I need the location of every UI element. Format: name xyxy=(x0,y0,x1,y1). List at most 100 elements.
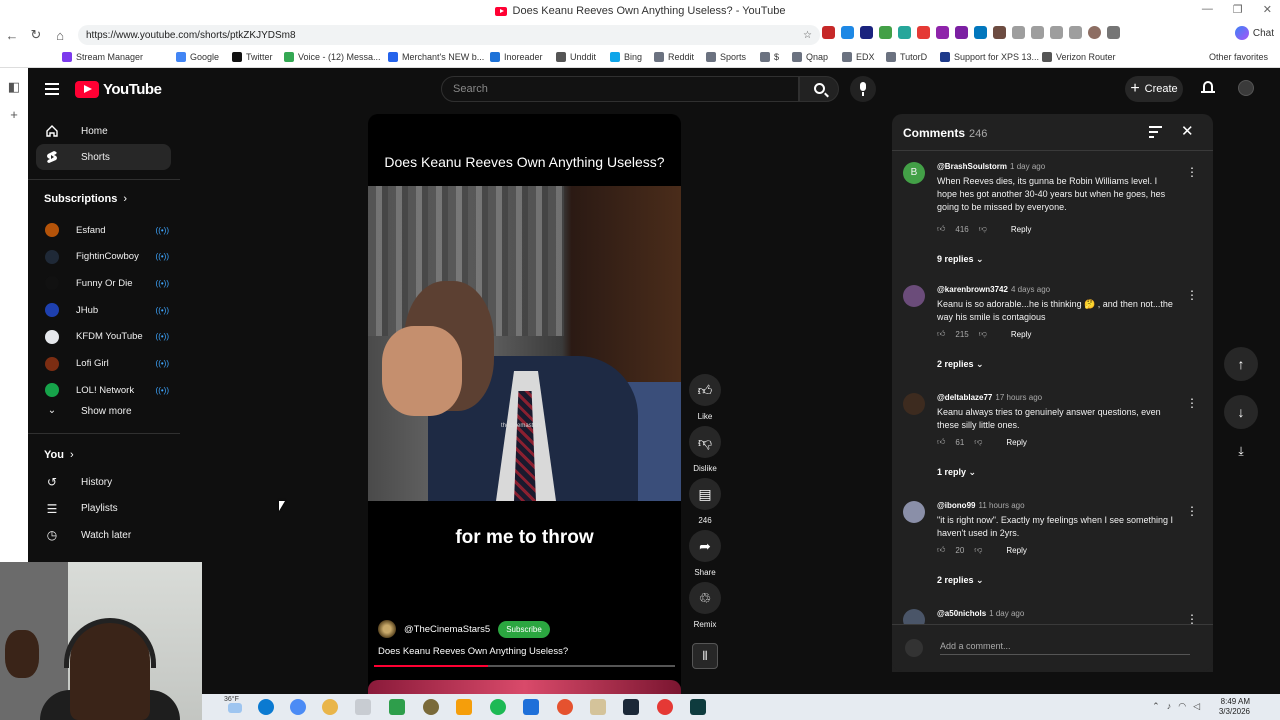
extension-icon[interactable] xyxy=(974,26,987,39)
commenter-avatar[interactable]: B xyxy=(903,162,925,184)
speaker-icon[interactable]: ◧ xyxy=(7,80,21,94)
reply-button[interactable]: Reply xyxy=(1006,438,1026,447)
chevron-up-icon[interactable]: ⌃ xyxy=(1152,701,1160,712)
bookmark-item[interactable]: Bing xyxy=(610,52,642,62)
bookmark-item[interactable]: Google xyxy=(176,52,219,62)
taskbar-clock[interactable]: 8:49 AM 3/3/2026 xyxy=(1219,697,1250,717)
extension-icon[interactable] xyxy=(841,26,854,39)
close-icon[interactable]: ✕ xyxy=(1181,122,1194,140)
chrome-icon[interactable] xyxy=(322,699,338,715)
search-app-icon[interactable] xyxy=(456,699,472,715)
url-input[interactable]: https://www.youtube.com/shorts/ptkZKJYDS… xyxy=(78,25,820,45)
extension-icon[interactable] xyxy=(917,26,930,39)
sidebar-subscription-item[interactable]: Lofi Girl ((•)) xyxy=(36,353,171,375)
extensions-icon[interactable] xyxy=(1069,26,1082,39)
menu-icon[interactable] xyxy=(45,83,59,95)
bookmark-item[interactable]: Verizon Router xyxy=(1042,52,1116,62)
mic-tray-icon[interactable]: ♪ xyxy=(1167,701,1172,712)
maximize-icon[interactable]: ❐ xyxy=(1233,3,1243,16)
bookmark-item[interactable]: $ xyxy=(760,52,779,62)
shorts-player[interactable]: Does Keanu Reeves Own Anything Useless? … xyxy=(368,114,681,694)
channel-avatar[interactable] xyxy=(378,620,396,638)
download-button[interactable]: ⤓ xyxy=(1224,434,1258,468)
sidebar-subscription-item[interactable]: LOL! Network ((•)) xyxy=(36,379,171,401)
home-icon[interactable]: ⌂ xyxy=(48,28,72,43)
dislike-button[interactable]: 👎︎ Dislike xyxy=(688,426,722,473)
add-comment-input[interactable]: Add a comment... xyxy=(940,641,1190,655)
view-replies-button[interactable]: 9 replies ⌄ xyxy=(937,254,984,265)
channel-name[interactable]: @TheCinemaStars5 xyxy=(404,624,490,635)
copilot-chat-button[interactable]: Chat xyxy=(1234,26,1274,40)
steam-icon[interactable] xyxy=(623,699,639,715)
more-options-icon[interactable]: ⋮ xyxy=(1186,504,1198,518)
like-comment-icon[interactable]: 👍︎ xyxy=(937,329,945,339)
sidebar-item-home[interactable]: Home xyxy=(36,118,171,144)
extension-icon[interactable] xyxy=(1012,26,1025,39)
search-button[interactable] xyxy=(799,76,839,102)
sidebar-subscription-item[interactable]: KFDM YouTube ((•)) xyxy=(36,326,171,348)
more-options-icon[interactable]: ⋮ xyxy=(1186,396,1198,410)
bookmark-item[interactable]: Voice - (12) Messa... xyxy=(284,52,381,62)
add-icon[interactable]: + xyxy=(7,108,21,122)
commenter-avatar[interactable] xyxy=(903,501,925,523)
network-icon[interactable]: ◠ xyxy=(1178,701,1186,712)
bookmark-item[interactable]: TutorD xyxy=(886,52,927,62)
sidebar-subscription-item[interactable]: Esfand ((•)) xyxy=(36,219,171,241)
sheets-icon[interactable] xyxy=(389,699,405,715)
previous-short-button[interactable]: ↑ xyxy=(1224,347,1258,381)
share-button[interactable]: ➦ Share xyxy=(688,530,722,577)
comment-time[interactable]: 4 days ago xyxy=(1011,285,1050,294)
comment-author[interactable]: @BrashSoulstorm xyxy=(937,162,1007,171)
account-avatar[interactable] xyxy=(1238,80,1254,96)
sidebar-item-history[interactable]: ↺ History xyxy=(36,469,171,495)
window-app-icon[interactable] xyxy=(523,699,539,715)
refresh-icon[interactable]: ↻ xyxy=(24,27,48,43)
dislike-comment-icon[interactable]: 👎︎ xyxy=(974,437,982,447)
short-title[interactable]: Does Keanu Reeves Own Anything Useless? xyxy=(378,646,568,657)
bookmark-item[interactable]: Reddit xyxy=(654,52,694,62)
create-button[interactable]: + Create xyxy=(1125,76,1183,102)
terminal-icon[interactable] xyxy=(690,699,706,715)
spotify-icon[interactable] xyxy=(490,699,506,715)
video-frame[interactable]: thecinemastars xyxy=(368,186,681,501)
like-comment-icon[interactable]: 👍︎ xyxy=(937,545,945,555)
bookmark-item[interactable]: Stream Manager xyxy=(62,52,143,62)
more-options-icon[interactable] xyxy=(1107,26,1120,39)
view-replies-button[interactable]: 2 replies ⌄ xyxy=(937,575,984,586)
bookmark-item[interactable]: Support for XPS 13... xyxy=(940,52,1039,62)
copilot-icon[interactable] xyxy=(290,699,306,715)
dislike-comment-icon[interactable]: 👎︎ xyxy=(979,329,987,339)
comment-author[interactable]: @ibono99 xyxy=(937,501,975,510)
you-heading[interactable]: You › xyxy=(44,449,74,461)
reply-button[interactable]: Reply xyxy=(1011,225,1031,234)
show-more-button[interactable]: ⌄ Show more xyxy=(36,398,171,424)
extension-icon[interactable] xyxy=(822,26,835,39)
other-favorites[interactable]: Other favorites xyxy=(1205,52,1268,62)
voice-search-button[interactable] xyxy=(850,76,876,102)
like-comment-icon[interactable]: 👍︎ xyxy=(937,437,945,447)
reply-button[interactable]: Reply xyxy=(1011,330,1031,339)
comment-time[interactable]: 11 hours ago xyxy=(978,501,1024,510)
extension-icon[interactable] xyxy=(879,26,892,39)
sound-button[interactable]: ⫴ xyxy=(688,643,722,669)
weather-widget[interactable]: 36°F xyxy=(224,696,239,703)
comment-time[interactable]: 17 hours ago xyxy=(995,393,1042,402)
extension-icon[interactable] xyxy=(936,26,949,39)
comment-time[interactable]: 1 day ago xyxy=(1010,162,1045,171)
bookmark-item[interactable]: EDX xyxy=(842,52,875,62)
dislike-comment-icon[interactable]: 👎︎ xyxy=(974,545,982,555)
extension-icon[interactable] xyxy=(860,26,873,39)
minimize-icon[interactable]: — xyxy=(1202,3,1213,16)
comment-author[interactable]: @a50nichols xyxy=(937,609,986,618)
dislike-comment-icon[interactable]: 👎︎ xyxy=(979,224,987,234)
notes-icon[interactable] xyxy=(590,699,606,715)
bookmark-item[interactable]: Qnap xyxy=(792,52,828,62)
back-icon[interactable]: ← xyxy=(0,28,24,43)
browser-app-icon[interactable] xyxy=(557,699,573,715)
like-comment-icon[interactable]: 👍︎ xyxy=(937,224,945,234)
mail-icon[interactable] xyxy=(355,699,371,715)
view-replies-button[interactable]: 2 replies ⌄ xyxy=(937,359,984,370)
extension-icon[interactable] xyxy=(955,26,968,39)
sort-icon[interactable] xyxy=(1149,126,1162,138)
commenter-avatar[interactable] xyxy=(903,285,925,307)
